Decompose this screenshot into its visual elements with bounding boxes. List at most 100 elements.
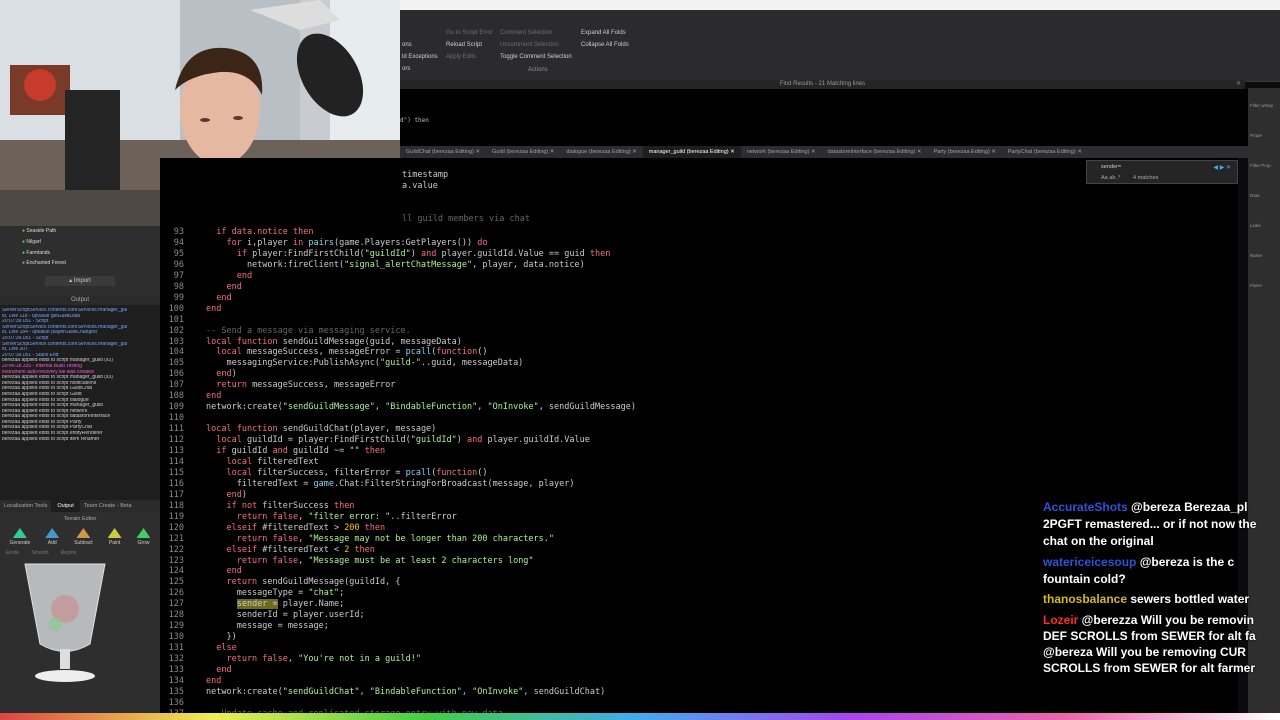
code-line[interactable]: return sendGuildMessage(guildId, { — [206, 577, 400, 587]
code-line[interactable]: return false, "Message must be at least … — [206, 556, 534, 566]
terrain-tool-subtract[interactable]: Subtract — [74, 528, 93, 546]
terrain-tool-add[interactable]: Add — [45, 528, 60, 546]
chat-message: @bereza Will you be removing CUR — [1043, 645, 1246, 659]
reload-script-button[interactable]: Reload Script — [446, 42, 482, 48]
tab-output[interactable]: Output — [51, 500, 80, 512]
code-line[interactable]: if not filterSuccess then — [206, 501, 354, 511]
explorer-item[interactable]: ● Enchanted Forest — [22, 258, 66, 269]
code-line[interactable]: else — [206, 643, 236, 653]
close-tab-icon[interactable]: ✕ — [990, 149, 996, 155]
code-line[interactable]: end — [206, 282, 241, 292]
code-line[interactable]: end — [206, 271, 252, 281]
editor-tab[interactable]: GuildChat (berezaa Editing) ✕ — [400, 146, 486, 158]
editor-tab[interactable]: network (berezaa Editing) ✕ — [741, 146, 822, 158]
code-line[interactable]: local messageSuccess, messageError = pca… — [206, 347, 487, 357]
code-line[interactable]: return false, "Message may not be longer… — [206, 534, 554, 544]
find-result-snippet[interactable]: d") then — [400, 117, 429, 124]
code-line[interactable]: elseif #filteredText > 200 then — [206, 523, 385, 533]
ribbon-left-item[interactable]: ld Exceptions — [402, 54, 438, 60]
code-line[interactable]: for i,player in pairs(game.Players:GetPl… — [206, 238, 487, 248]
code-line[interactable]: return messageSuccess, messageError — [206, 380, 395, 390]
code-token: , — [359, 686, 370, 697]
code-line[interactable]: end — [206, 566, 241, 576]
editor-tab[interactable]: datastoreInterface (berezaa Editing) ✕ — [822, 146, 928, 158]
code-line[interactable]: local filteredText — [206, 457, 318, 467]
code-line[interactable]: if guildId and guildId ~= "" then — [206, 446, 385, 456]
editor-tab[interactable]: dialogue (berezaa Editing) ✕ — [560, 146, 642, 158]
code-line[interactable]: sender = player.Name; — [206, 599, 344, 610]
tab-localization-tools[interactable]: Localization Tools — [0, 500, 51, 512]
right-panel-item[interactable]: Filter Prop — [1250, 151, 1278, 181]
code-line[interactable]: end — [206, 676, 221, 686]
close-icon[interactable]: ✕ — [1236, 80, 1241, 89]
apply-edits-button[interactable]: Apply Edits — [446, 54, 476, 60]
code-token: end — [206, 391, 222, 402]
close-tab-icon[interactable]: ✕ — [474, 149, 480, 155]
code-line[interactable]: if player:FindFirstChild("guildId") and … — [206, 249, 611, 259]
explorer-item[interactable]: ● Farmlands — [22, 248, 66, 259]
find-nav-icons[interactable]: ◀ ▶ ✕ — [1213, 164, 1231, 171]
code-line[interactable]: message = message; — [206, 621, 329, 631]
close-tab-icon[interactable]: ✕ — [915, 149, 922, 155]
toggle-comment-selection-button[interactable]: Toggle Comment Selection — [500, 54, 572, 60]
editor-tab[interactable]: Party (berezaa Editing) ✕ — [927, 146, 1001, 158]
code-line[interactable]: end — [206, 304, 221, 314]
collapse-all-folds-button[interactable]: Collapse All Folds — [581, 42, 629, 48]
code-line[interactable]: local filterSuccess, filterError = pcall… — [206, 468, 487, 478]
close-tab-icon[interactable]: ✕ — [548, 149, 555, 155]
ribbon-left-item[interactable]: ors — [402, 66, 410, 72]
terrain-tool-generate[interactable]: Generate — [9, 528, 30, 546]
code-line[interactable]: return false, "filter error: "..filterEr… — [206, 512, 457, 522]
code-line[interactable]: }) — [206, 632, 236, 642]
terrain-tool-paint[interactable]: Paint — [107, 528, 122, 546]
go-to-script-error-button[interactable]: Go to Script Error — [446, 30, 493, 36]
find-options[interactable]: Aa ab .* — [1101, 175, 1121, 181]
code-line[interactable]: end — [206, 391, 221, 401]
editor-tab[interactable]: manager_guild (berezaa Editing) ✕ — [642, 146, 741, 158]
code-line[interactable]: end) — [206, 490, 246, 500]
chat-username: AccurateShots — [1043, 500, 1132, 514]
import-button[interactable]: ▴ Import — [45, 276, 115, 286]
explorer-item[interactable]: ● Nilgarf — [22, 237, 66, 248]
code-token: filterSuccess — [262, 500, 334, 511]
tab-team-create[interactable]: Team Create - Beta — [80, 500, 136, 512]
code-line[interactable]: senderId = player.userId; — [206, 610, 365, 620]
code-line[interactable]: end) — [206, 369, 236, 379]
code-fragment: timestamp — [402, 170, 449, 180]
code-line[interactable]: messagingService:PublishAsync("guild-"..… — [206, 358, 523, 368]
right-panel-item[interactable]: Name — [1250, 241, 1278, 271]
code-line[interactable]: local function sendGuildMessage(guid, me… — [206, 337, 462, 347]
code-line[interactable]: end — [206, 293, 231, 303]
code-line[interactable]: return false, "You're not in a guild!" — [206, 654, 421, 664]
find-input[interactable]: sender= — [1101, 164, 1121, 170]
terrain-tool-grow[interactable]: Grow — [136, 528, 151, 546]
explorer-item[interactable]: ● Seaside Path — [22, 226, 66, 237]
code-line[interactable]: -- Send a message via messaging service. — [206, 326, 411, 336]
code-line[interactable]: messageType = "chat"; — [206, 588, 345, 598]
close-tab-icon[interactable]: ✕ — [729, 149, 735, 155]
right-panel-item[interactable]: Paren — [1250, 271, 1278, 301]
right-panel-item[interactable]: Data — [1250, 181, 1278, 211]
comment-selection-button[interactable]: Comment Selection — [500, 30, 552, 36]
code-line[interactable]: network:create("sendGuildMessage", "Bind… — [206, 402, 636, 412]
close-tab-icon[interactable]: ✕ — [1076, 149, 1082, 155]
code-line[interactable]: local function sendGuildChat(player, mes… — [206, 424, 436, 434]
code-line[interactable]: local guildId = player:FindFirstChild("g… — [206, 435, 590, 445]
code-line[interactable]: elseif #filteredText < 2 then — [206, 545, 374, 555]
editor-tab[interactable]: PartyChat (berezaa Editing) ✕ — [1002, 146, 1088, 158]
editor-tab[interactable]: Guild (berezaa Editing) ✕ — [486, 146, 560, 158]
code-line[interactable]: network:create("sendGuildChat", "Bindabl… — [206, 687, 605, 697]
uncomment-selection-button[interactable]: Uncomment Selection — [500, 42, 559, 48]
expand-all-folds-button[interactable]: Expand All Folds — [581, 30, 626, 36]
close-tab-icon[interactable]: ✕ — [631, 149, 637, 155]
code-line[interactable]: end — [206, 665, 231, 675]
code-line[interactable]: filteredText = game.Chat:FilterStringFor… — [206, 479, 575, 489]
right-panel-item[interactable]: Linke — [1250, 211, 1278, 241]
right-panel-item[interactable]: Prope — [1250, 121, 1278, 151]
right-panel-item[interactable]: Filter wrksp — [1250, 91, 1278, 121]
code-line[interactable]: if data.notice then — [206, 227, 313, 237]
code-line[interactable]: network:fireClient("signal_alertChatMess… — [206, 260, 585, 270]
close-tab-icon[interactable]: ✕ — [809, 149, 816, 155]
ribbon-left-item[interactable]: ons — [402, 42, 412, 48]
